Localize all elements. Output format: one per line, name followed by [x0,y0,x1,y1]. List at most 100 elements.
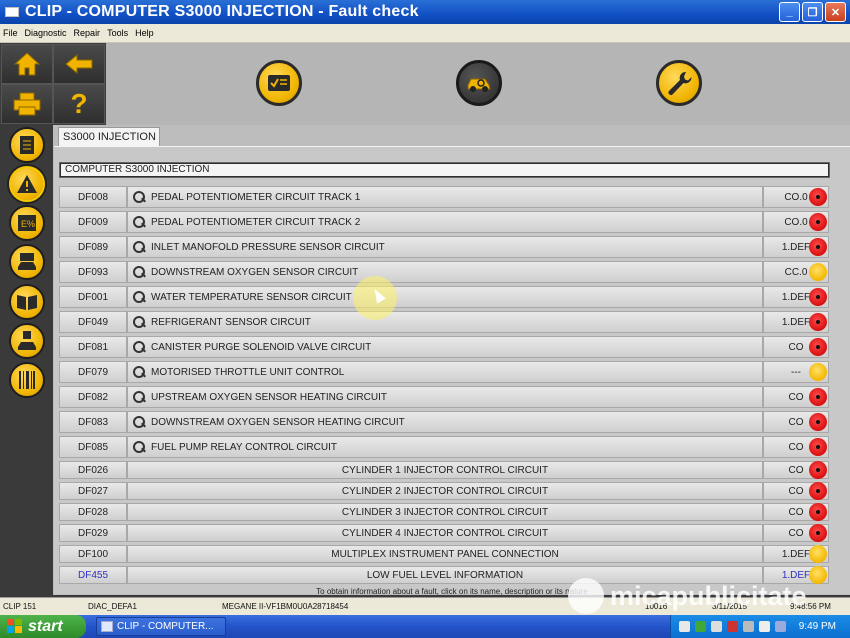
fault-check-button[interactable] [256,60,302,106]
fault-code[interactable]: DF100 [59,545,127,563]
fault-row[interactable]: DF001 WATER TEMPERATURE SENSOR CIRCUIT 1.D… [59,286,829,308]
fault-present-led-icon [809,213,827,231]
fault-row[interactable]: DF093 DOWNSTREAM OXYGEN SENSOR CIRCUIT CC.… [59,261,829,283]
fault-row[interactable]: DF083 DOWNSTREAM OXYGEN SENSOR HEATING CI… [59,411,829,433]
fault-description[interactable]: CYLINDER 3 INJECTOR CONTROL CIRCUIT [127,503,763,521]
tray-icon-4[interactable] [727,621,738,632]
repair-button[interactable] [656,60,702,106]
magnifier-icon[interactable] [132,290,146,304]
volume-icon[interactable] [759,621,770,632]
sidebar-item-manual[interactable] [9,284,45,320]
home-button[interactable] [1,44,53,84]
fault-description-text: MULTIPLEX INSTRUMENT PANEL CONNECTION [331,548,559,560]
sidebar-item-identification[interactable] [9,127,45,163]
fault-description[interactable]: WATER TEMPERATURE SENSOR CIRCUIT [127,286,763,308]
fault-row[interactable]: DF049 REFRIGERANT SENSOR CIRCUIT 1.DEF [59,311,829,333]
fault-row[interactable]: DF027 CYLINDER 2 INJECTOR CONTROL CIRCUIT… [59,482,829,500]
menu-diagnostic[interactable]: Diagnostic [25,28,67,38]
tray-icon-1[interactable] [679,621,690,632]
fault-description[interactable]: REFRIGERANT SENSOR CIRCUIT [127,311,763,333]
fault-description[interactable]: CANISTER PURGE SOLENOID VALVE CIRCUIT [127,336,763,358]
magnifier-icon[interactable] [132,315,146,329]
menu-help[interactable]: Help [135,28,154,38]
fault-description[interactable]: PEDAL POTENTIOMETER CIRCUIT TRACK 2 [127,211,763,233]
vehicle-diagnostic-button[interactable] [456,60,502,106]
magnifier-icon[interactable] [132,440,146,454]
sidebar-item-parameters[interactable]: E% [9,205,45,241]
tray-icon-5[interactable] [743,621,754,632]
barcode-icon [19,371,35,389]
fault-description[interactable]: PEDAL POTENTIOMETER CIRCUIT TRACK 1 [127,186,763,208]
sidebar-item-vehicle-test[interactable] [9,244,45,280]
fault-code[interactable]: DF079 [59,361,127,383]
start-button[interactable]: start [0,615,86,638]
fault-row[interactable]: DF029 CYLINDER 4 INJECTOR CONTROL CIRCUIT… [59,524,829,542]
taskbar-item-clip[interactable]: CLIP - COMPUTER... [96,617,226,636]
back-button[interactable] [53,44,105,84]
fault-row[interactable]: DF028 CYLINDER 3 INJECTOR CONTROL CIRCUIT… [59,503,829,521]
fault-description[interactable]: DOWNSTREAM OXYGEN SENSOR HEATING CIRCUIT [127,411,763,433]
magnifier-icon[interactable] [132,365,146,379]
magnifier-icon[interactable] [132,390,146,404]
fault-row[interactable]: DF009 PEDAL POTENTIOMETER CIRCUIT TRACK 2… [59,211,829,233]
fault-description[interactable]: MULTIPLEX INSTRUMENT PANEL CONNECTION [127,545,763,563]
network-icon[interactable] [775,621,786,632]
fault-code[interactable]: DF083 [59,411,127,433]
fault-code[interactable]: DF081 [59,336,127,358]
menu-repair[interactable]: Repair [74,28,101,38]
wrench-icon [668,71,692,95]
magnifier-icon[interactable] [132,415,146,429]
fault-description[interactable]: FUEL PUMP RELAY CONTROL CIRCUIT [127,436,763,458]
fault-code[interactable]: DF089 [59,236,127,258]
fault-code[interactable]: DF093 [59,261,127,283]
fault-row[interactable]: DF089 INLET MANOFOLD PRESSURE SENSOR CIRC… [59,236,829,258]
fault-present-led-icon [809,188,827,206]
print-button[interactable] [1,84,53,124]
tray-icon-3[interactable] [711,621,722,632]
fault-code[interactable]: DF001 [59,286,127,308]
fault-description[interactable]: UPSTREAM OXYGEN SENSOR HEATING CIRCUIT [127,386,763,408]
magnifier-icon[interactable] [132,265,146,279]
fault-row[interactable]: DF079 MOTORISED THROTTLE UNIT CONTROL --- [59,361,829,383]
magnifier-icon[interactable] [132,190,146,204]
tray-icon-2[interactable] [695,621,706,632]
magnifier-icon[interactable] [132,340,146,354]
sidebar-item-barcode[interactable] [9,362,45,398]
maximize-button[interactable]: ❐ [802,2,823,22]
fault-row[interactable]: DF100 MULTIPLEX INSTRUMENT PANEL CONNECTI… [59,545,829,563]
windows-logo-icon [7,619,22,633]
fault-row[interactable]: DF008 PEDAL POTENTIOMETER CIRCUIT TRACK 1… [59,186,829,208]
sidebar-item-faults[interactable] [9,166,45,202]
fault-description[interactable]: CYLINDER 2 INJECTOR CONTROL CIRCUIT [127,482,763,500]
help-button[interactable]: ? [53,84,105,124]
fault-present-led-icon [809,388,827,406]
fault-description[interactable]: CYLINDER 4 INJECTOR CONTROL CIRCUIT [127,524,763,542]
fault-description[interactable]: MOTORISED THROTTLE UNIT CONTROL [127,361,763,383]
magnifier-icon[interactable] [132,240,146,254]
fault-description[interactable]: DOWNSTREAM OXYGEN SENSOR CIRCUIT [127,261,763,283]
fault-code[interactable]: DF026 [59,461,127,479]
fault-code[interactable]: DF027 [59,482,127,500]
fault-code[interactable]: DF049 [59,311,127,333]
tab-s3000-injection[interactable]: S3000 INJECTION [58,127,160,147]
fault-description-text: INLET MANOFOLD PRESSURE SENSOR CIRCUIT [151,241,385,253]
sidebar-item-vehicle-config[interactable] [9,323,45,359]
fault-code[interactable]: DF009 [59,211,127,233]
fault-code[interactable]: DF008 [59,186,127,208]
menu-tools[interactable]: Tools [107,28,128,38]
fault-code[interactable]: DF029 [59,524,127,542]
fault-description[interactable]: INLET MANOFOLD PRESSURE SENSOR CIRCUIT [127,236,763,258]
fault-code[interactable]: DF082 [59,386,127,408]
fault-code[interactable]: DF085 [59,436,127,458]
close-button[interactable]: ✕ [825,2,846,22]
minimize-button[interactable]: _ [779,2,800,22]
fault-description[interactable]: CYLINDER 1 INJECTOR CONTROL CIRCUIT [127,461,763,479]
fault-row[interactable]: DF085 FUEL PUMP RELAY CONTROL CIRCUIT CO [59,436,829,458]
fault-code[interactable]: DF028 [59,503,127,521]
fault-row[interactable]: DF081 CANISTER PURGE SOLENOID VALVE CIRCU… [59,336,829,358]
fault-code[interactable]: DF455 [59,566,127,584]
menu-file[interactable]: File [3,28,18,38]
magnifier-icon[interactable] [132,215,146,229]
fault-row[interactable]: DF026 CYLINDER 1 INJECTOR CONTROL CIRCUIT… [59,461,829,479]
fault-row[interactable]: DF082 UPSTREAM OXYGEN SENSOR HEATING CIRC… [59,386,829,408]
